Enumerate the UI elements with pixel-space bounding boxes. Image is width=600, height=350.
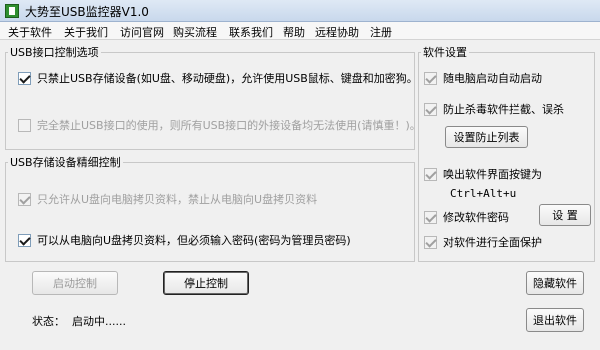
menu-contact-us[interactable]: 联系我们 bbox=[229, 24, 273, 40]
stop-control-button[interactable]: 停止控制 bbox=[163, 271, 249, 295]
autostart-checkbox bbox=[424, 71, 437, 85]
protect-checkbox bbox=[424, 235, 437, 249]
antivirus-checkbox bbox=[424, 102, 437, 116]
start-control-button: 启动控制 bbox=[32, 271, 118, 295]
menu-purchase[interactable]: 购买流程 bbox=[173, 24, 217, 40]
storage-only-checkbox[interactable] bbox=[18, 71, 31, 85]
menu-help[interactable]: 帮助 bbox=[283, 24, 305, 40]
hotkey-label: 唤出软件界面按键为 bbox=[443, 168, 542, 181]
menu-visit-site[interactable]: 访问官网 bbox=[120, 24, 164, 40]
set-antivirus-list-button[interactable]: 设置防止列表 bbox=[445, 126, 528, 148]
password-checkbox bbox=[424, 210, 437, 224]
hotkey-checkbox bbox=[424, 167, 437, 181]
protect-label: 对软件进行全面保护 bbox=[443, 236, 542, 249]
menu-bar: 关于软件 关于我们 访问官网 购买流程 联系我们 帮助 远程协助 注册 bbox=[0, 22, 600, 40]
menu-remote-assist[interactable]: 远程协助 bbox=[315, 24, 359, 40]
read-only-option: 只允许从U盘向电脑拷贝资料，禁止从电脑向U盘拷贝资料 bbox=[18, 191, 317, 207]
storage-only-label: 只禁止USB存储设备(如U盘、移动硬盘)，允许使用USB鼠标、键盘和加密狗。 bbox=[37, 72, 418, 85]
read-only-checkbox bbox=[18, 192, 31, 206]
set-password-button[interactable]: 设 置 bbox=[539, 204, 591, 226]
antivirus-option: 防止杀毒软件拦截、误杀 bbox=[424, 101, 564, 117]
main-window: 大势至USB监控器V1.0 关于软件 关于我们 访问官网 购买流程 联系我们 帮… bbox=[0, 0, 600, 350]
software-settings-title: 软件设置 bbox=[423, 46, 467, 59]
hide-software-button[interactable]: 隐藏软件 bbox=[526, 271, 584, 295]
status-value: 启动中...... bbox=[72, 315, 126, 328]
menu-register[interactable]: 注册 bbox=[370, 24, 392, 40]
autostart-option: 随电脑启动自动启动 bbox=[424, 70, 542, 86]
status-label: 状态： bbox=[32, 315, 65, 328]
menu-about-software[interactable]: 关于软件 bbox=[8, 24, 52, 40]
usb-port-control-title: USB接口控制选项 bbox=[10, 46, 99, 59]
hotkey-option: 唤出软件界面按键为 bbox=[424, 166, 542, 182]
read-only-label: 只允许从U盘向电脑拷贝资料，禁止从电脑向U盘拷贝资料 bbox=[37, 193, 318, 206]
password-option: 修改软件密码 bbox=[424, 209, 509, 225]
storage-only-option[interactable]: 只禁止USB存储设备(如U盘、移动硬盘)，允许使用USB鼠标、键盘和加密狗。 bbox=[18, 70, 418, 86]
protect-option: 对软件进行全面保护 bbox=[424, 234, 542, 250]
hotkey-value: Ctrl+Alt+u bbox=[450, 187, 517, 200]
disable-all-label: 完全禁止USB接口的使用，则所有USB接口的外接设备均无法使用(请慎重！)。 bbox=[37, 119, 421, 132]
usb-storage-control-title: USB存储设备精细控制 bbox=[10, 156, 121, 169]
password-copy-checkbox[interactable] bbox=[18, 233, 31, 247]
disable-all-checkbox bbox=[18, 118, 31, 132]
title-bar[interactable]: 大势至USB监控器V1.0 bbox=[0, 0, 600, 22]
autostart-label: 随电脑启动自动启动 bbox=[443, 72, 542, 85]
antivirus-label: 防止杀毒软件拦截、误杀 bbox=[443, 103, 564, 116]
password-label: 修改软件密码 bbox=[443, 211, 509, 224]
usb-app-icon bbox=[5, 4, 19, 18]
window-title: 大势至USB监控器V1.0 bbox=[25, 5, 149, 19]
menu-about-us[interactable]: 关于我们 bbox=[64, 24, 108, 40]
password-copy-label: 可以从电脑向U盘拷贝资料，但必须输入密码(密码为管理员密码) bbox=[37, 234, 351, 247]
password-copy-option[interactable]: 可以从电脑向U盘拷贝资料，但必须输入密码(密码为管理员密码) bbox=[18, 232, 351, 248]
disable-all-option: 完全禁止USB接口的使用，则所有USB接口的外接设备均无法使用(请慎重！)。 bbox=[18, 117, 421, 133]
exit-software-button[interactable]: 退出软件 bbox=[526, 308, 584, 332]
usb-port-control-group: USB接口控制选项 bbox=[5, 44, 415, 150]
